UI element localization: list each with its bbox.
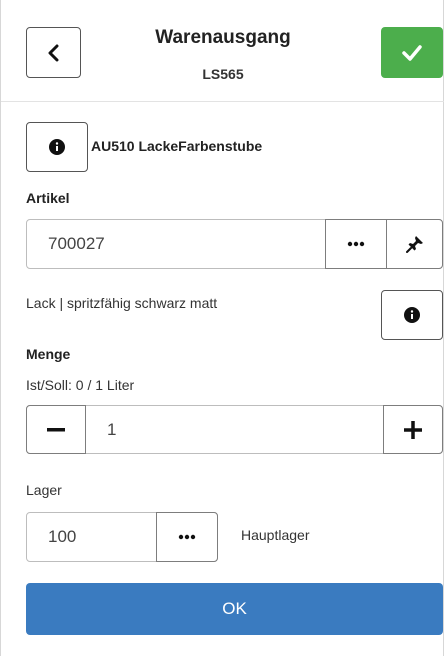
menge-input-group: 1 xyxy=(26,405,443,454)
minus-button[interactable] xyxy=(26,405,86,454)
lager-input[interactable]: 100 xyxy=(48,527,76,547)
lager-more-button[interactable] xyxy=(156,512,218,562)
plus-icon xyxy=(404,420,422,439)
confirm-button[interactable] xyxy=(381,27,443,78)
ok-button[interactable]: OK xyxy=(26,583,443,635)
menge-input[interactable]: 1 xyxy=(107,420,116,440)
artikel-label: Artikel xyxy=(26,190,70,206)
order-text: AU510 LackeFarbenstube xyxy=(91,138,263,154)
artikel-input[interactable]: 700027 xyxy=(48,234,105,254)
minus-icon xyxy=(47,427,65,432)
info-icon xyxy=(49,139,65,155)
ist-soll-text: Ist/Soll: 0 / 1 Liter xyxy=(26,377,135,393)
artikel-pin-button[interactable] xyxy=(386,219,443,269)
artikel-more-button[interactable] xyxy=(325,219,387,269)
header-divider xyxy=(1,101,444,102)
chevron-left-icon xyxy=(47,44,61,62)
mobile-form: Warenausgang LS565 AU510 LackeFarbenstub… xyxy=(0,0,444,656)
page-subtitle: LS565 xyxy=(202,66,244,82)
plus-button[interactable] xyxy=(383,405,443,454)
artikel-info-button[interactable] xyxy=(381,290,443,340)
back-button[interactable] xyxy=(26,27,81,78)
artikel-description: Lack | spritzfähig schwarz matt xyxy=(26,295,218,311)
info-icon xyxy=(404,307,420,323)
check-icon xyxy=(401,44,423,62)
lager-name: Hauptlager xyxy=(241,527,310,543)
lager-input-group: 100 xyxy=(26,512,218,562)
order-info-button[interactable] xyxy=(26,122,88,172)
artikel-input-group: 700027 xyxy=(26,219,443,269)
menge-label: Menge xyxy=(26,346,71,362)
page-title: Warenausgang xyxy=(155,27,291,48)
pin-icon xyxy=(405,235,424,253)
ellipsis-icon xyxy=(347,241,365,247)
ellipsis-icon xyxy=(178,534,196,540)
lager-label: Lager xyxy=(26,482,62,498)
